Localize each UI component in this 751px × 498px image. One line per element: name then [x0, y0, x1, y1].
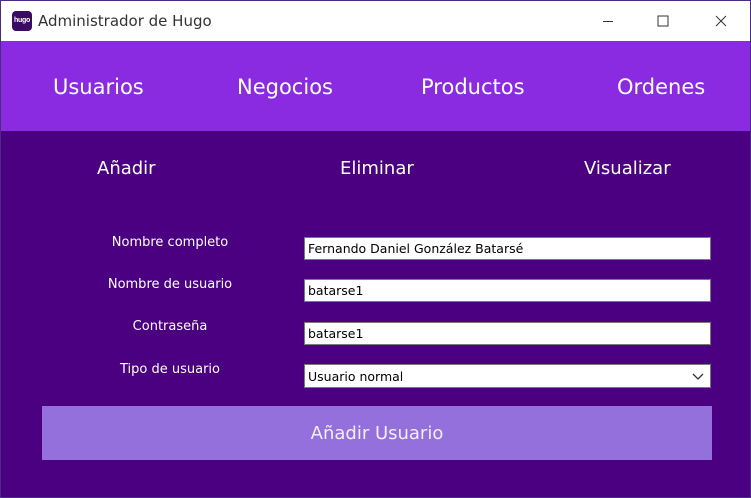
add-user-button[interactable]: Añadir Usuario [42, 406, 712, 460]
user-type-select[interactable]: Usuario normal [304, 364, 711, 388]
chevron-down-icon [692, 373, 704, 380]
close-button[interactable] [698, 1, 744, 41]
username-label: Nombre de usuario [107, 277, 233, 292]
nav-item-negocios[interactable]: Negocios [237, 75, 333, 99]
full-name-input[interactable] [304, 237, 711, 260]
password-input[interactable] [304, 322, 711, 345]
password-label: Contraseña [132, 319, 208, 334]
user-type-label: Tipo de usuario [119, 362, 220, 377]
subnav-delete[interactable]: Eliminar [340, 158, 414, 179]
nav-item-usuarios[interactable]: Usuarios [53, 75, 144, 99]
subnav-add[interactable]: Añadir [97, 158, 156, 179]
maximize-button[interactable] [640, 1, 686, 41]
app-window: hugo Administrador de Hugo Usuarios Nego… [0, 0, 751, 498]
user-type-value: Usuario normal [308, 369, 404, 384]
main-nav: Usuarios Negocios Productos Ordenes [1, 41, 750, 131]
full-name-label: Nombre completo [111, 235, 229, 250]
minimize-icon [603, 21, 613, 22]
minimize-button[interactable] [585, 1, 631, 41]
nav-item-ordenes[interactable]: Ordenes [617, 75, 705, 99]
close-icon [715, 15, 727, 27]
nav-item-productos[interactable]: Productos [421, 75, 525, 99]
username-input[interactable] [304, 279, 711, 302]
subnav-view[interactable]: Visualizar [584, 158, 671, 179]
title-bar[interactable]: hugo Administrador de Hugo [1, 1, 750, 41]
maximize-icon [657, 15, 669, 27]
window-title: Administrador de Hugo [38, 12, 212, 30]
app-logo-icon: hugo [12, 11, 32, 31]
